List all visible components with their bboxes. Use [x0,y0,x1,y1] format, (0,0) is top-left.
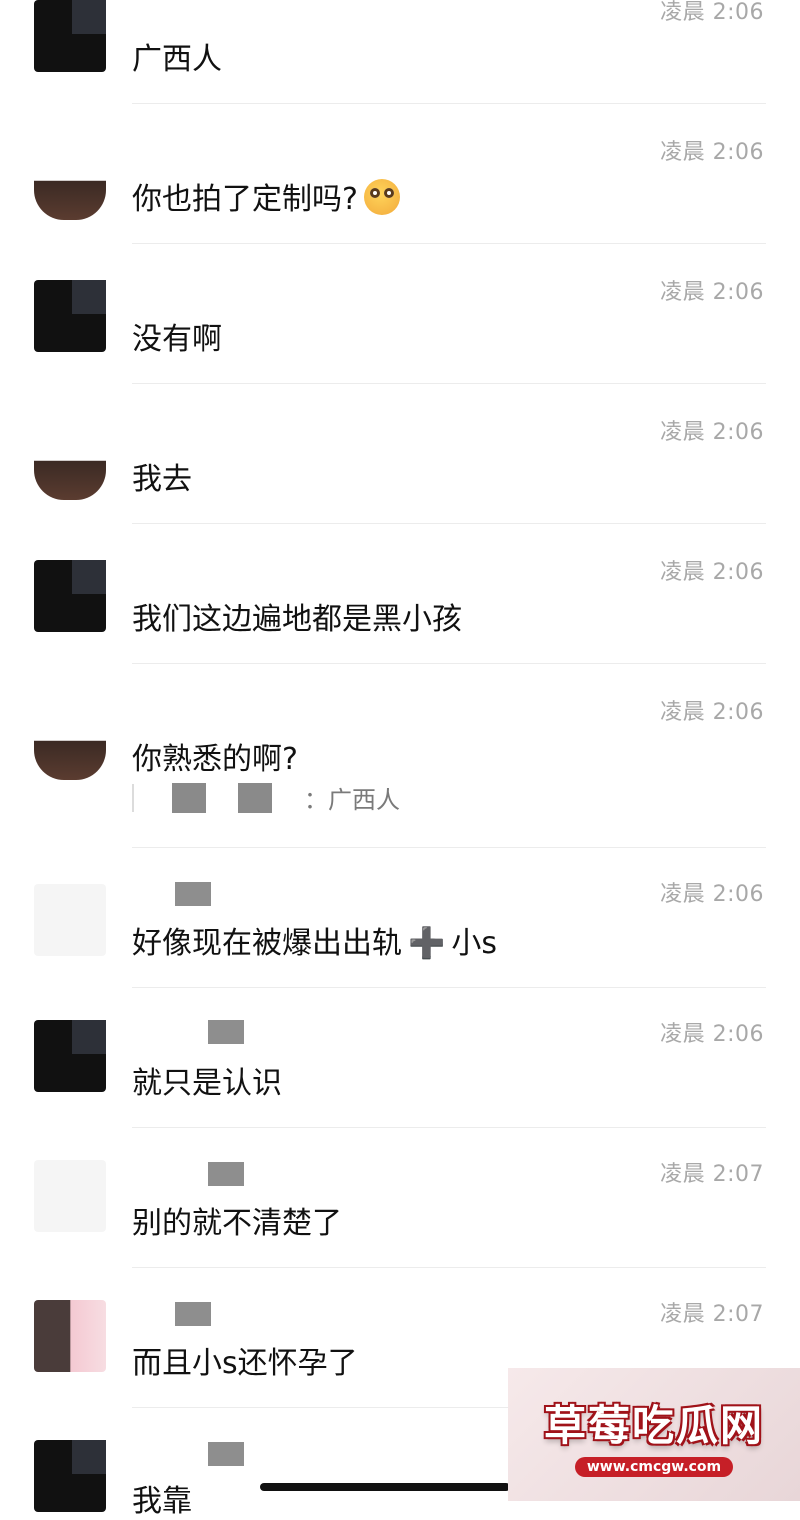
redacted-sender-name [208,1020,244,1044]
message-time: 凌晨 2:06 [660,280,764,305]
message-text: 我去 [132,462,192,497]
redacted-sender-name [208,1442,244,1466]
message-text: 就只是认识 [132,1066,282,1101]
message-text: 没有啊 [132,322,222,357]
message-text-content: 你也拍了定制吗? [132,182,358,217]
message-text: 广西人 [132,42,222,77]
chat-message[interactable]: 凌晨 2:06 就只是认识 [0,988,800,1128]
chat-message[interactable]: 凌晨 2:06 我们这边遍地都是黑小孩 [0,524,800,664]
chat-message[interactable]: 凌晨 2:06 广西人 [0,0,800,104]
avatar[interactable] [34,1300,106,1372]
avatar[interactable] [34,1440,106,1512]
chat-message[interactable]: 凌晨 2:06 你也拍了定制吗? [0,104,800,244]
redacted-sender-name [208,1162,244,1186]
message-text-part: 小s [451,926,497,961]
flushed-face-emoji-icon [363,179,400,215]
redacted-sender-name [175,1302,211,1326]
message-text: 我靠 [132,1484,192,1519]
chat-message[interactable]: 凌晨 2:06 我去 [0,384,800,524]
redacted-sender-name [175,882,211,906]
avatar[interactable] [34,1160,106,1232]
watermark-url: www.cmcgw.com [574,1457,734,1477]
avatar[interactable] [34,884,106,956]
message-time: 凌晨 2:07 [660,1162,764,1187]
message-time: 凌晨 2:06 [660,882,764,907]
quote-text: ：广西人 [304,786,400,814]
watermark-title: 草莓吃瓜网 [543,1401,764,1450]
avatar[interactable] [34,280,106,352]
message-text: 你也拍了定制吗? [132,174,400,218]
chat-message[interactable]: 凌晨 2:06 好像现在被爆出出轨 ➕ 小s [0,848,800,988]
message-text: 你熟悉的啊? [132,742,298,777]
avatar[interactable] [34,560,106,632]
redacted-name [172,782,206,813]
message-text: 别的就不清楚了 [132,1206,342,1241]
message-time: 凌晨 2:06 [660,420,764,445]
avatar[interactable] [34,708,106,780]
message-time: 凌晨 2:06 [660,140,764,165]
chat-message[interactable]: 凌晨 2:06 没有啊 [0,244,800,384]
avatar[interactable] [34,0,106,72]
avatar[interactable] [34,1020,106,1092]
quote-bar [132,783,134,812]
message-text: 而且小s还怀孕了 [132,1346,358,1381]
chat-message[interactable]: 凌晨 2:07 别的就不清楚了 [0,1128,800,1268]
watermark-logo: 草莓吃瓜网 www.cmcgw.com [508,1368,800,1501]
plus-icon: ➕ [408,926,446,961]
chat-message[interactable]: 凌晨 2:06 你熟悉的啊? ：广西人 [0,664,800,848]
avatar[interactable] [34,428,106,500]
message-time: 凌晨 2:06 [660,700,764,725]
message-text: 好像现在被爆出出轨 ➕ 小s [132,918,497,962]
message-time: 凌晨 2:07 [660,1302,764,1327]
message-time: 凌晨 2:06 [660,1022,764,1047]
message-text-part: 好像现在被爆出出轨 [132,926,402,961]
message-text: 我们这边遍地都是黑小孩 [132,602,462,637]
quoted-reply[interactable]: ：广西人 [132,780,400,815]
message-time: 凌晨 2:06 [660,560,764,585]
redacted-name [238,782,272,813]
chat-message-list[interactable]: 凌晨 2:06 广西人 凌晨 2:06 你也拍了定制吗? 凌晨 2:06 没有啊… [0,0,800,1519]
avatar[interactable] [34,148,106,220]
home-indicator[interactable] [260,1483,510,1491]
message-time: 凌晨 2:06 [660,0,764,25]
